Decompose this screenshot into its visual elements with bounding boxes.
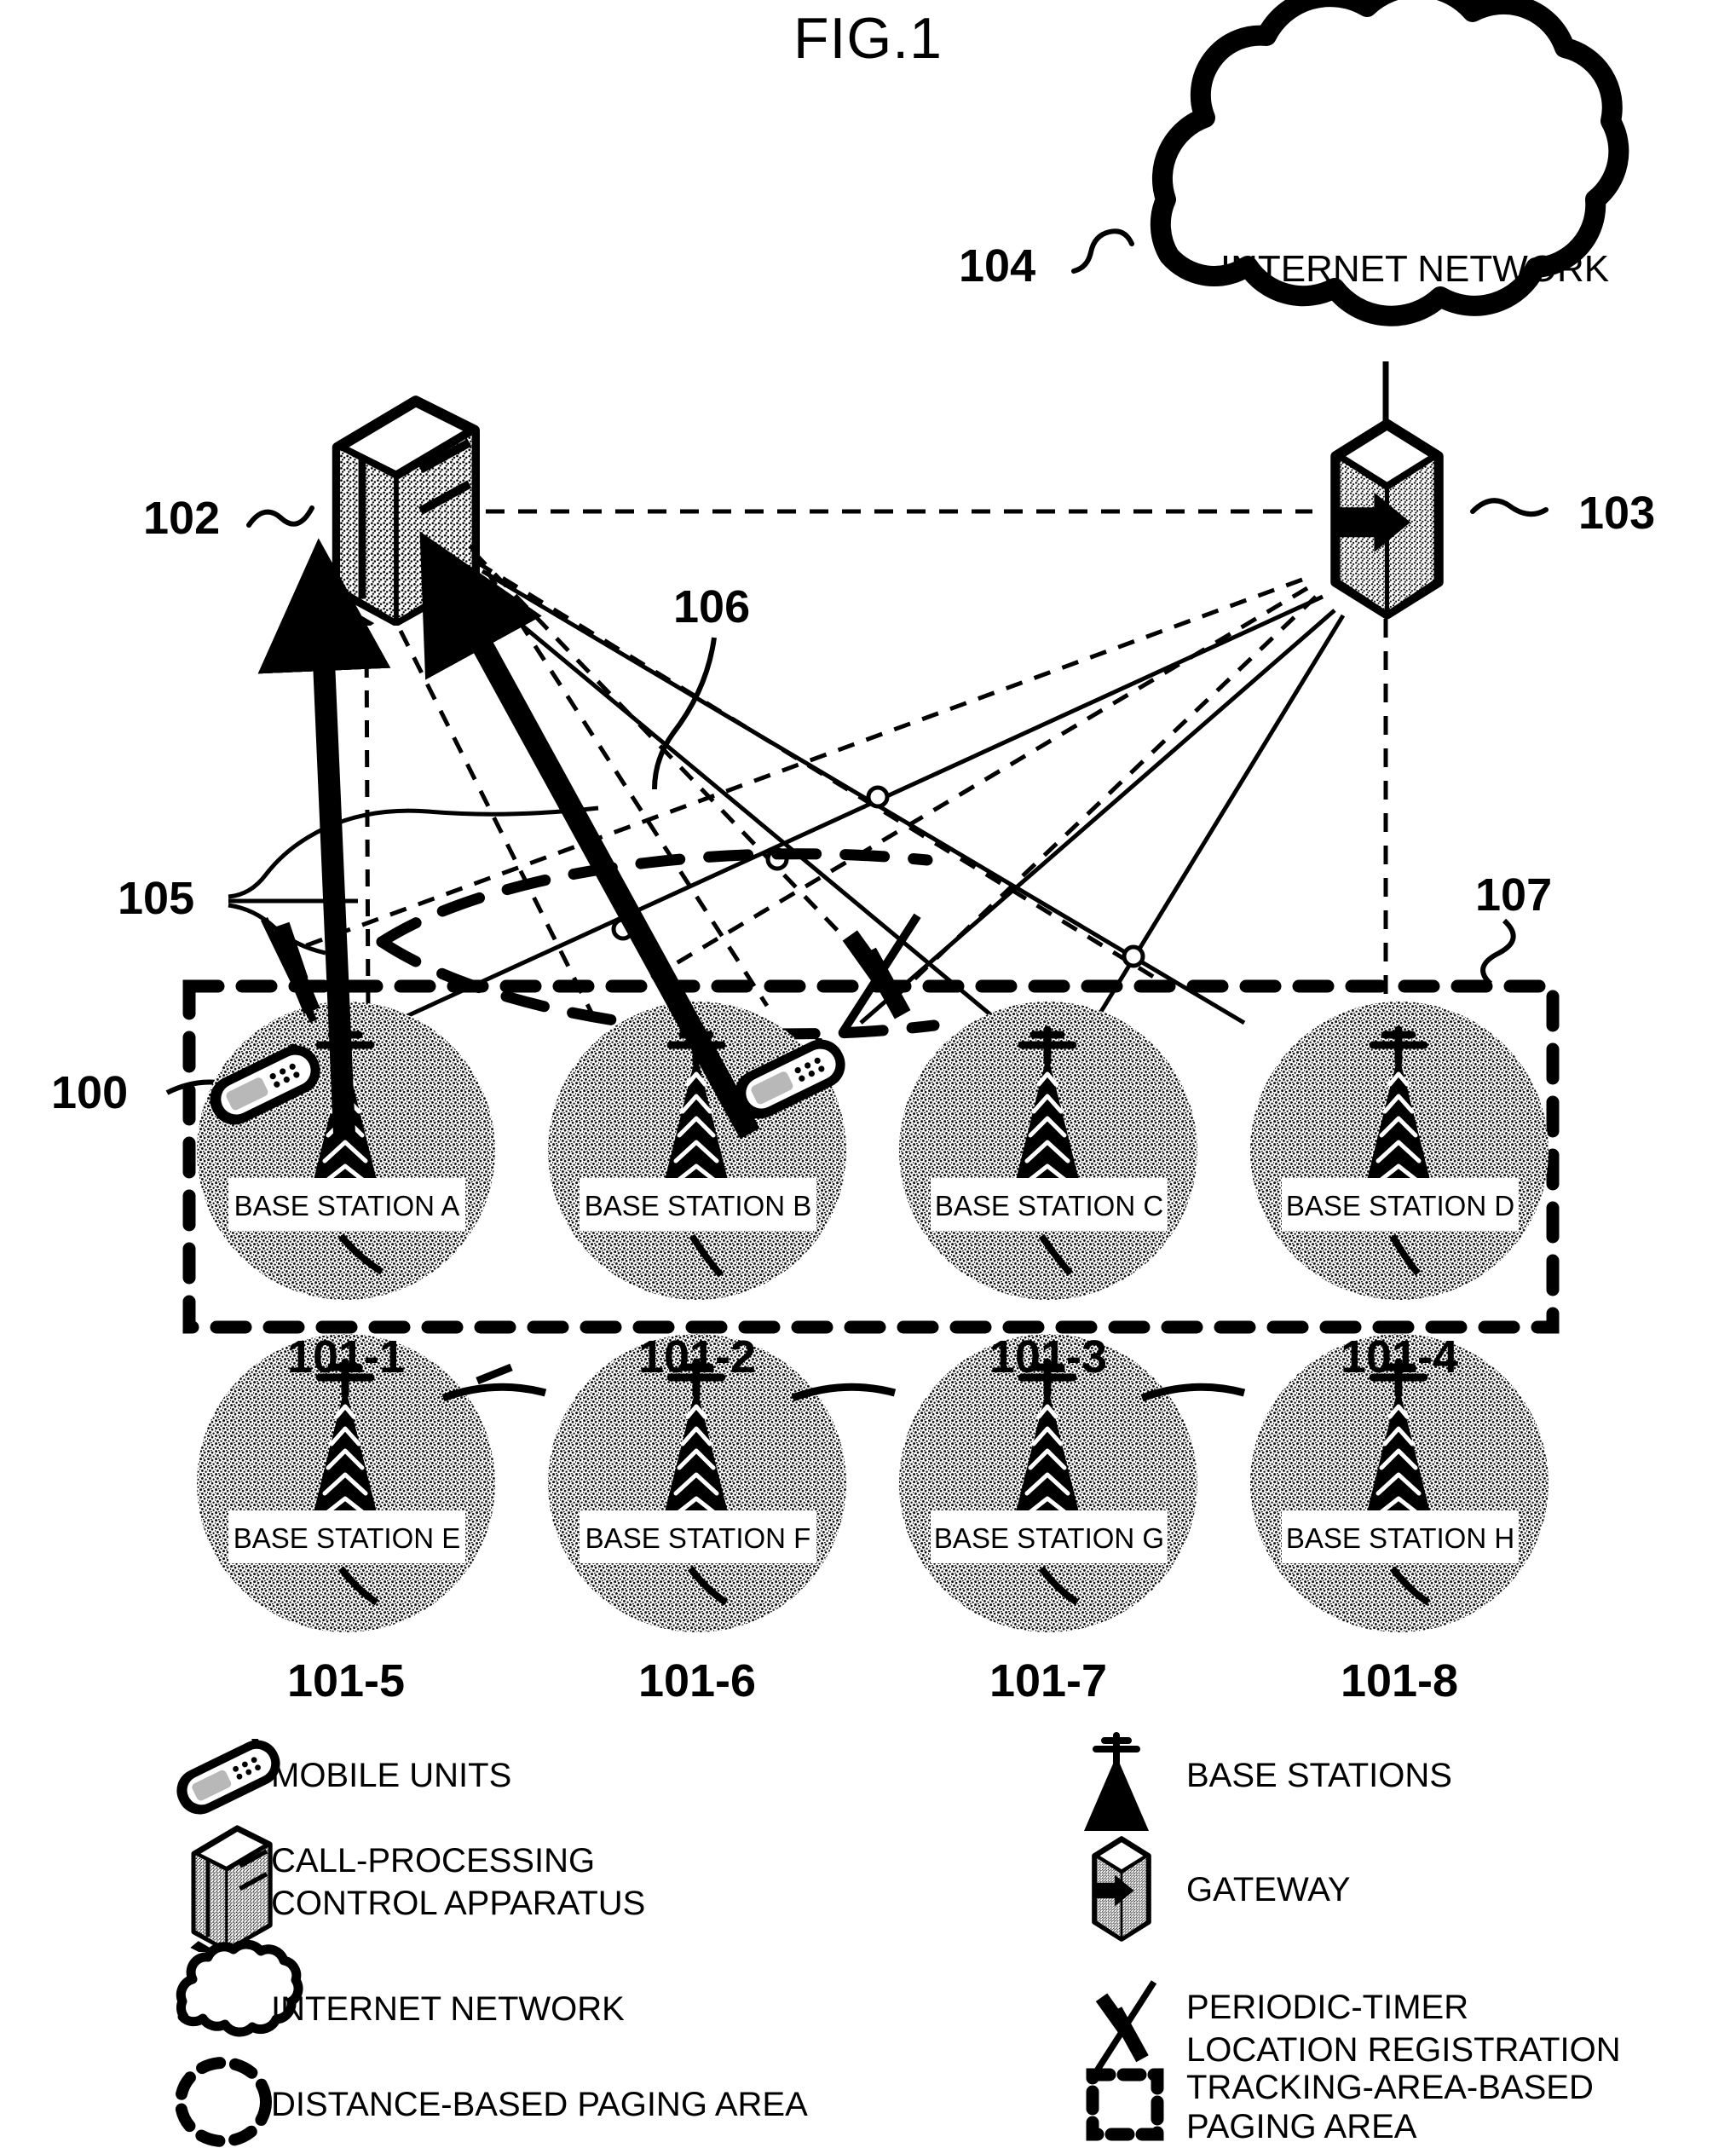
cell-label-h: BASE STATION H bbox=[1286, 1522, 1514, 1554]
gateway-node: 103 bbox=[1332, 424, 1655, 615]
mobile-phone-icon bbox=[169, 1739, 288, 1816]
dashed-ellipse-icon bbox=[175, 2057, 272, 2147]
cell-label-a: BASE STATION A bbox=[234, 1190, 460, 1221]
ref-103: 103 bbox=[1578, 488, 1655, 539]
legend-label-mobile-units: MOBILE UNITS bbox=[271, 1757, 511, 1794]
cell-label-b: BASE STATION B bbox=[585, 1190, 812, 1221]
periodic-timer-symbol-a bbox=[260, 917, 320, 1023]
ref-102: 102 bbox=[143, 493, 220, 544]
cell-label-f: BASE STATION F bbox=[585, 1522, 811, 1554]
ref-106: 106 bbox=[673, 581, 750, 632]
ref-107: 107 bbox=[1475, 869, 1552, 921]
ref-101-5: 101-5 bbox=[287, 1655, 405, 1706]
svg-text:104: 104 bbox=[959, 240, 1035, 292]
patent-figure-page: FIG.1 INTERNET NETWORK 104 103 102 106 1… bbox=[0, 0, 1736, 2148]
legend-label-tracking-area-1: TRACKING-AREA-BASED bbox=[1186, 2069, 1594, 2106]
legend-label-periodic-timer-2: LOCATION REGISTRATION bbox=[1186, 2031, 1621, 2069]
server-cabinet-icon bbox=[190, 1828, 269, 1955]
cell-label-d: BASE STATION D bbox=[1286, 1190, 1514, 1221]
legend-item-gateway: GATEWAY bbox=[1093, 1839, 1351, 1939]
legend-label-call-processing-1: CALL-PROCESSING bbox=[271, 1842, 595, 1880]
legend-item-internet-network: INTERNET NETWORK bbox=[176, 1939, 625, 2037]
cell-101-4: BASE STATION D bbox=[1250, 1002, 1549, 1300]
zigzag-timer-icon bbox=[1097, 1982, 1155, 2071]
legend-right: BASE STATIONS GATEWAY PERIODIC-TIMER LOC… bbox=[1084, 1732, 1621, 2145]
cell-label-e: BASE STATION E bbox=[234, 1522, 461, 1554]
legend-label-periodic-timer-1: PERIODIC-TIMER bbox=[1186, 1989, 1468, 2026]
legend-item-call-processing: CALL-PROCESSING CONTROL APPARATUS bbox=[190, 1828, 645, 1955]
legend-label-gateway: GATEWAY bbox=[1186, 1871, 1351, 1908]
svg-text:100: 100 bbox=[51, 1067, 128, 1118]
legend-left: MOBILE UNITS CALL-PROCESSING CONTROL APP… bbox=[169, 1739, 808, 2147]
legend-label-internet-network: INTERNET NETWORK bbox=[271, 1990, 625, 2028]
cell-label-c: BASE STATION C bbox=[935, 1190, 1163, 1221]
internet-cloud-label: INTERNET NETWORK bbox=[1220, 248, 1609, 290]
cell-label-g: BASE STATION G bbox=[934, 1522, 1164, 1554]
legend-label-call-processing-2: CONTROL APPARATUS bbox=[271, 1885, 645, 1922]
legend-item-tracking-area: TRACKING-AREA-BASED PAGING AREA bbox=[1086, 2068, 1594, 2145]
legend-label-base-stations: BASE STATIONS bbox=[1186, 1757, 1452, 1794]
periodic-timer-symbol-b bbox=[844, 915, 918, 1031]
gateway-box-icon bbox=[1093, 1839, 1149, 1939]
legend-item-base-stations: BASE STATIONS bbox=[1084, 1732, 1452, 1831]
ref-104: 104 bbox=[959, 228, 1134, 292]
figure-artwork: INTERNET NETWORK 104 103 102 106 105 107… bbox=[51, 0, 1655, 2147]
legend-label-distance-paging: DISTANCE-BASED PAGING AREA bbox=[271, 2086, 808, 2123]
ref-101-2: 101-2 bbox=[638, 1331, 756, 1383]
ref-100: 100 bbox=[51, 1067, 229, 1118]
ref-101-7: 101-7 bbox=[989, 1655, 1107, 1706]
svg-text:105: 105 bbox=[118, 873, 194, 924]
dashed-rect-icon bbox=[1086, 2068, 1164, 2141]
ref-101-4: 101-4 bbox=[1341, 1331, 1458, 1383]
cell-101-3: BASE STATION C bbox=[899, 1002, 1197, 1300]
antenna-tower-icon bbox=[1084, 1732, 1149, 1831]
ref-101-1: 101-1 bbox=[287, 1331, 405, 1383]
legend-item-mobile-units: MOBILE UNITS bbox=[169, 1739, 511, 1816]
internet-cloud: INTERNET NETWORK bbox=[1150, 0, 1629, 326]
legend-item-distance-paging: DISTANCE-BASED PAGING AREA bbox=[175, 2057, 808, 2147]
ref-101-6: 101-6 bbox=[638, 1655, 756, 1706]
ref-101-3: 101-3 bbox=[989, 1331, 1107, 1383]
ref-101-8: 101-8 bbox=[1341, 1655, 1458, 1706]
legend-label-tracking-area-2: PAGING AREA bbox=[1186, 2108, 1417, 2145]
legend-item-periodic-timer: PERIODIC-TIMER LOCATION REGISTRATION bbox=[1097, 1982, 1621, 2071]
call-processing-node: 102 bbox=[143, 401, 475, 633]
